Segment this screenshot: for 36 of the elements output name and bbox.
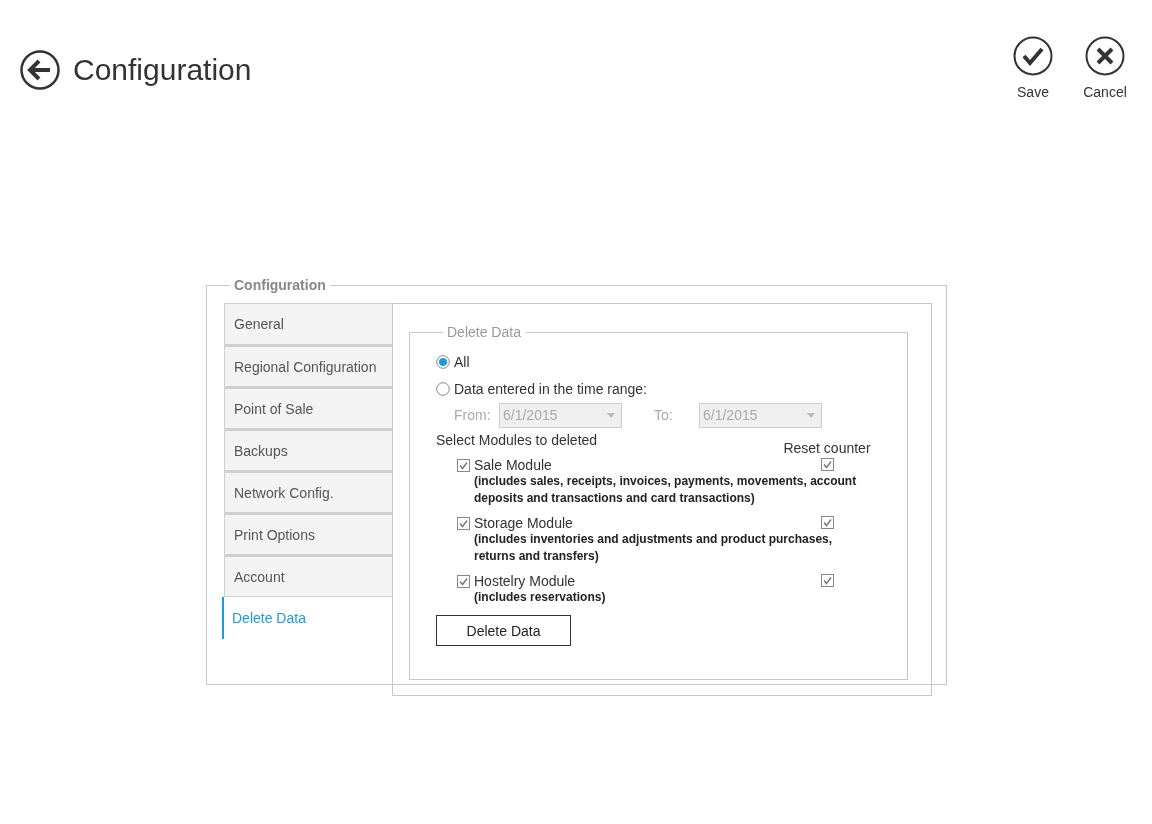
checkbox-label: Sale Module — [474, 457, 552, 473]
module-description: (includes reservations) — [473, 589, 607, 606]
sidebar-tab[interactable]: Network Config. — [224, 471, 392, 513]
sidebar-tab[interactable]: Backups — [224, 429, 392, 471]
delete-data-button[interactable]: Delete Data — [436, 615, 571, 646]
checkbox[interactable] — [457, 574, 470, 588]
page-title: Configuration — [73, 53, 252, 87]
radio-label: Data entered in the time range: — [454, 380, 647, 397]
close-icon — [1085, 36, 1125, 76]
module-description: (includes inventories and adjustments and product purchases, returns and transfers) — [473, 531, 834, 565]
caret-icon — [607, 412, 615, 418]
radio-label: All — [454, 353, 470, 370]
group-title: Delete Data — [446, 324, 522, 340]
checkbox[interactable] — [820, 516, 834, 529]
checkbox-label: Storage Module — [474, 515, 573, 531]
sidebar-tab[interactable]: Print Options — [224, 513, 392, 555]
group-title: Configuration — [233, 277, 327, 293]
sidebar-tab[interactable]: General — [224, 303, 392, 345]
date-label: To: — [654, 407, 674, 423]
caret-icon — [807, 412, 815, 418]
sidebar-tab[interactable]: Regional Configuration — [224, 345, 392, 387]
checkbox-label: Hostelry Module — [474, 573, 576, 589]
checkmark-icon — [1013, 36, 1053, 76]
save-button[interactable]: Save — [1007, 36, 1059, 100]
column-label: Reset counter — [782, 440, 872, 456]
checkbox[interactable] — [820, 458, 834, 471]
module-description: (includes sales, receipts, invoices, payments, movements, account deposits and transactions and card transactions) — [473, 473, 858, 507]
checkbox[interactable] — [820, 574, 834, 587]
sidebar-tab[interactable]: Account — [224, 555, 392, 597]
sidebar-tab[interactable]: Point of Sale — [224, 387, 392, 429]
cancel-button[interactable]: Cancel — [1079, 36, 1131, 100]
checkbox[interactable] — [457, 516, 470, 530]
radio-button[interactable] — [436, 381, 450, 396]
date-label: From: — [454, 407, 492, 423]
checkbox[interactable] — [457, 458, 470, 472]
radio-button[interactable] — [436, 354, 450, 369]
